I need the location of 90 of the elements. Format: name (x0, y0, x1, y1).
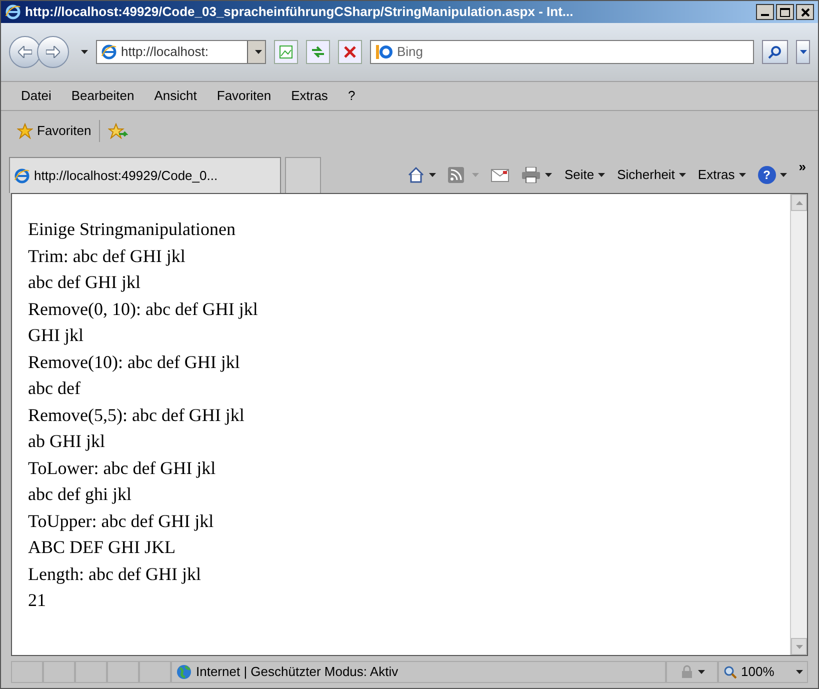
status-text: Internet | Geschützter Modus: Aktiv (196, 663, 398, 682)
caret-icon (598, 173, 606, 177)
lock-icon (680, 665, 694, 679)
caret-icon (678, 173, 686, 177)
caret-icon (738, 173, 746, 177)
minimize-button[interactable] (756, 4, 774, 20)
caret-icon (472, 173, 480, 177)
caret-icon (800, 50, 806, 54)
magnifier-icon (723, 665, 737, 679)
text-line: Trim: abc def GHI jkl (28, 244, 186, 268)
page-image-icon (279, 45, 293, 59)
menu-item[interactable]: Datei (21, 86, 52, 106)
page-icon (101, 44, 117, 60)
caret-icon (796, 670, 803, 674)
favorites-button[interactable]: Favoriten (17, 121, 92, 141)
forward-button[interactable] (37, 36, 69, 68)
envelope-icon (491, 168, 510, 182)
overflow-button[interactable]: » (798, 157, 806, 176)
stop-icon (344, 46, 356, 58)
caret-icon (698, 670, 704, 674)
mail-button[interactable] (491, 168, 510, 182)
printer-icon (521, 167, 542, 183)
text-line: ToLower: abc def GHI jkl (28, 456, 217, 480)
back-button[interactable] (9, 36, 41, 68)
text-line: abc def GHI jkl (28, 271, 142, 294)
zoom-button[interactable]: 100% (718, 661, 808, 683)
star-arrow-icon (108, 123, 128, 139)
text-line: Remove(10): abc def GHI jkl (28, 350, 241, 374)
text-line: abc def ghi jkl (28, 483, 132, 506)
star-icon (17, 123, 33, 139)
address-text: http://localhost: (121, 43, 210, 62)
print-button[interactable] (521, 167, 552, 183)
command-menu-button[interactable]: Seite (564, 165, 606, 185)
caret-icon (81, 50, 88, 54)
command-menu-button[interactable]: Extras (698, 165, 746, 185)
house-icon (407, 166, 426, 184)
search-engine-logo-icon (375, 45, 393, 59)
text-line: ABC DEF GHI JKL (28, 536, 177, 559)
globe-icon (176, 664, 192, 680)
close-icon (800, 8, 810, 16)
text-line: 21 (28, 589, 47, 612)
browser-logo-icon (5, 4, 21, 20)
compatibility-button[interactable] (274, 40, 298, 64)
maximize-icon (780, 8, 790, 16)
forward-arrow-icon (46, 46, 60, 58)
text-line: ToUpper: abc def GHI jkl (28, 510, 215, 533)
close-button[interactable] (796, 4, 814, 20)
text-line: ab GHI jkl (28, 430, 106, 453)
maximize-button[interactable] (776, 4, 794, 20)
feed-icon (448, 167, 464, 183)
browser-tab[interactable]: http://localhost:49929/Code_0... (9, 157, 281, 193)
stop-button[interactable] (338, 40, 362, 64)
text-line: Length: abc def GHI jkl (28, 562, 202, 586)
window-title: http://localhost:49929/Code_03_spracheinführungCSharp/StringManipulation.aspx - Int... (25, 3, 574, 22)
caret-icon (255, 50, 262, 54)
feeds-button[interactable] (448, 167, 480, 183)
add-favorite-button[interactable] (108, 123, 128, 139)
refresh-button[interactable] (306, 40, 330, 64)
command-menu-button[interactable]: Sicherheit (617, 165, 686, 185)
status-pane (75, 661, 107, 683)
status-pane (107, 661, 139, 683)
back-arrow-icon (18, 46, 32, 58)
text-line: Remove(0, 10): abc def GHI jkl (28, 298, 259, 321)
caret-icon (545, 173, 552, 177)
menu-item[interactable]: ? (348, 86, 356, 106)
menu-item[interactable]: Ansicht (154, 86, 197, 106)
up-arrow-icon (796, 200, 802, 204)
status-pane (43, 661, 75, 683)
address-bar[interactable]: http://localhost: (96, 40, 266, 64)
down-arrow-icon (796, 644, 802, 648)
text-line: GHI jkl (28, 324, 84, 347)
menu-item[interactable]: Bearbeiten (71, 86, 134, 106)
home-button[interactable] (407, 166, 436, 184)
caret-icon (780, 173, 787, 177)
text-line: Remove(5,5): abc def GHI jkl (28, 404, 246, 427)
address-dropdown-button[interactable] (247, 41, 265, 63)
search-options-button[interactable] (796, 40, 810, 64)
refresh-arrows-icon (311, 45, 325, 59)
minimize-icon (761, 14, 769, 16)
caret-icon (429, 173, 436, 177)
status-pane (11, 661, 43, 683)
search-field[interactable]: Bing (370, 40, 754, 64)
page-icon (14, 168, 30, 184)
search-button[interactable] (762, 40, 788, 64)
search-icon (768, 45, 782, 59)
text-line: Einige Stringmanipulationen (28, 218, 236, 241)
search-input[interactable]: Bing (397, 42, 749, 62)
text-line: abc def (28, 377, 82, 400)
menu-item[interactable]: Extras (291, 86, 328, 106)
menu-item[interactable]: Favoriten (216, 86, 272, 106)
